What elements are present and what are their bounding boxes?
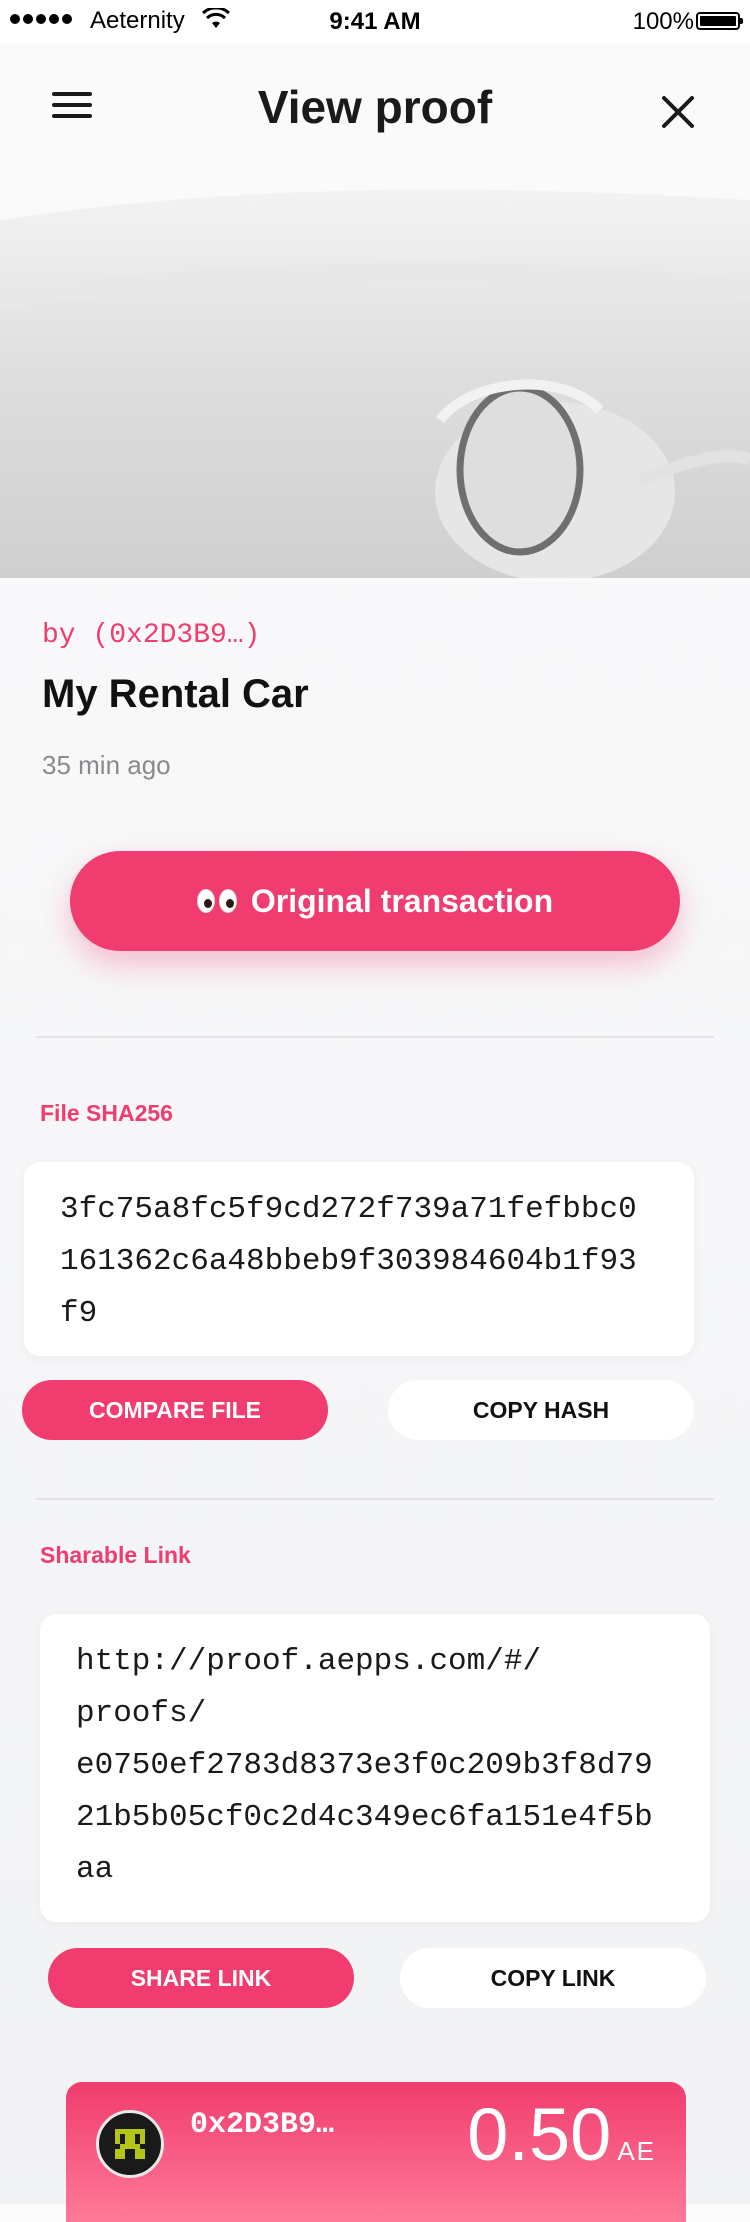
account-card[interactable]: 0x2D3B9… 0.50 AE — [66, 2082, 686, 2222]
hash-line: 161362c6a48bbeb9f303984604b1f93 — [60, 1244, 637, 1279]
proof-image — [0, 180, 750, 578]
compare-file-button[interactable]: COMPARE FILE — [22, 1380, 328, 1440]
original-transaction-label: Original transaction — [250, 882, 554, 919]
navigation-bar: View proof — [0, 44, 750, 180]
link-line: aa — [76, 1852, 114, 1887]
sharable-link-box: http://proof.aepps.com/#/ proofs/ e0750e… — [40, 1614, 710, 1922]
link-line: 21b5b05cf0c2d4c349ec6fa151e4f5b — [76, 1800, 653, 1835]
proof-timestamp: 35 min ago — [42, 750, 171, 780]
identicon-icon — [115, 2129, 145, 2159]
battery-percentage: 100% — [632, 8, 694, 35]
account-balance: 0.50 AE — [467, 2092, 656, 2177]
link-line: proofs/ — [76, 1696, 207, 1731]
close-icon — [662, 96, 694, 128]
hash-value-box: 3fc75a8fc5f9cd272f739a71fefbbc0 161362c6… — [24, 1162, 694, 1356]
balance-amount: 0.50 — [467, 2093, 612, 2176]
proof-author: by (0x2D3B9…) — [42, 620, 261, 651]
close-button[interactable] — [650, 84, 706, 140]
hash-line: f9 — [60, 1296, 98, 1331]
hash-line: 3fc75a8fc5f9cd272f739a71fefbbc0 — [60, 1192, 637, 1227]
share-link-button[interactable]: SHARE LINK — [48, 1948, 354, 2008]
link-line: http://proof.aepps.com/#/ — [76, 1644, 542, 1679]
hash-section-label: File SHA256 — [40, 1100, 173, 1126]
copy-hash-button[interactable]: COPY HASH — [388, 1380, 694, 1440]
avatar — [96, 2110, 164, 2178]
page-title: View proof — [257, 81, 493, 133]
car-photo — [0, 180, 750, 578]
divider — [36, 1498, 714, 1500]
battery-icon — [696, 12, 743, 30]
eyes-icon — [196, 889, 237, 913]
balance-unit: AE — [617, 2136, 656, 2166]
status-bar: Aeternity 9:41 AM 100% — [0, 0, 750, 44]
link-section-label: Sharable Link — [40, 1542, 191, 1568]
account-address: 0x2D3B9… — [190, 2108, 335, 2142]
divider — [36, 1036, 714, 1038]
proof-title: My Rental Car — [42, 672, 309, 716]
link-line: e0750ef2783d8373e3f0c209b3f8d79 — [76, 1748, 653, 1783]
original-transaction-button[interactable]: Original transaction — [70, 851, 680, 951]
copy-link-button[interactable]: COPY LINK — [400, 1948, 706, 2008]
